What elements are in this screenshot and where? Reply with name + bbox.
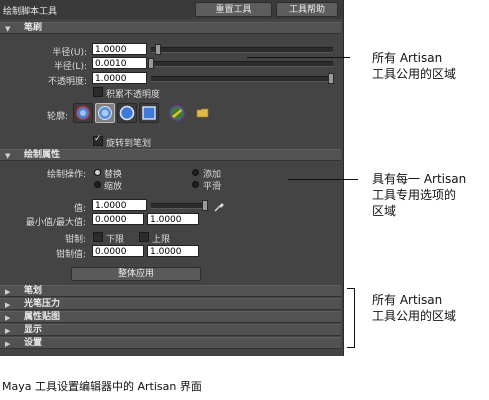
clamp-max-field[interactable]: 1.0000 <box>147 245 199 257</box>
callout-line-middle <box>288 179 358 180</box>
section-stylus-pressure[interactable]: ▶ 光笔压力 <box>0 298 341 310</box>
annotation-text: 所有 Artisan <box>372 293 443 307</box>
callout-bracket-bottom <box>347 288 355 348</box>
radius-u-slider-handle[interactable] <box>154 44 161 55</box>
section-settings[interactable]: ▶ 设置 <box>0 337 341 349</box>
collapse-arrow-icon: ▼ <box>5 152 11 160</box>
radius-l-label: 半径(L): <box>53 62 87 72</box>
replace-radio[interactable] <box>94 169 101 176</box>
section-label: 属性贴图 <box>24 312 61 322</box>
square-brush-icon[interactable] <box>139 103 159 123</box>
image-brush-icon[interactable] <box>167 103 187 123</box>
opacity-slider-handle[interactable] <box>328 73 334 84</box>
radius-u-label: 半径(U): <box>52 48 87 58</box>
paint-attributes-label: 绘制属性 <box>24 150 61 160</box>
tool-help-button[interactable]: 工具帮助 <box>276 2 338 17</box>
scale-radio[interactable] <box>94 181 101 188</box>
gaussian-brush-icon[interactable] <box>73 103 93 123</box>
section-display[interactable]: ▶ 显示 <box>0 324 341 336</box>
brush-section-label: 笔刷 <box>24 23 43 33</box>
annotation-top: 所有 Artisan 工具公用的区域 <box>372 50 456 82</box>
radius-l-slider-handle[interactable] <box>148 58 154 69</box>
max-value-field[interactable]: 1.0000 <box>147 213 199 225</box>
brush-section-header[interactable]: ▼ 笔刷 <box>0 22 341 34</box>
clamp-min-field[interactable]: 0.0000 <box>92 245 144 257</box>
flood-button[interactable]: 整体应用 <box>71 267 201 281</box>
scale-label: 缩放 <box>104 182 123 192</box>
section-label: 笔划 <box>24 286 43 296</box>
profile-label: 轮廓: <box>46 112 68 122</box>
expand-arrow-icon: ▶ <box>5 301 11 309</box>
paint-operation-label: 绘制操作: <box>46 170 86 180</box>
value-slider-handle[interactable] <box>202 200 208 211</box>
clamp-upper-checkbox[interactable] <box>139 232 149 242</box>
tool-settings-panel: 绘制脚本工具 重置工具 工具帮助 ▼ 笔刷 半径(U): 1.0000 半径(L… <box>0 0 344 356</box>
opacity-label: 不透明度: <box>47 77 87 87</box>
smooth-radio[interactable] <box>192 181 199 188</box>
window-title: 绘制脚本工具 <box>3 7 58 17</box>
clamp-label: 钳制: <box>64 235 86 245</box>
opacity-field[interactable]: 1.0000 <box>92 72 147 84</box>
section-label: 显示 <box>24 325 43 335</box>
radius-u-slider[interactable] <box>151 47 333 53</box>
radius-u-field[interactable]: 1.0000 <box>92 43 147 55</box>
radius-l-slider[interactable] <box>151 61 333 67</box>
annotation-text: 工具公用的区域 <box>372 309 457 323</box>
annotation-text: 工具专用选项的 <box>372 188 457 202</box>
value-slider[interactable] <box>151 203 206 209</box>
opacity-slider[interactable] <box>151 76 333 82</box>
paint-attributes-header[interactable]: ▼ 绘制属性 <box>0 149 341 161</box>
clamp-values-label: 钳制值: <box>55 250 86 260</box>
expand-arrow-icon: ▶ <box>5 288 11 296</box>
expand-arrow-icon: ▶ <box>5 340 11 348</box>
accumulate-opacity-label: 积累不透明度 <box>106 90 161 100</box>
add-radio[interactable] <box>192 169 199 176</box>
solid-brush-icon[interactable] <box>117 103 137 123</box>
section-label: 光笔压力 <box>24 299 61 309</box>
section-attribute-maps[interactable]: ▶ 属性贴图 <box>0 311 341 323</box>
clamp-upper-label: 上限 <box>152 235 171 245</box>
annotation-middle: 具有每一 Artisan 工具专用选项的 区域 <box>372 171 466 219</box>
radius-l-field[interactable]: 0.0010 <box>92 57 147 69</box>
annotation-text: 所有 Artisan <box>372 51 443 65</box>
annotation-text: 具有每一 Artisan <box>372 172 467 186</box>
smooth-label: 平滑 <box>203 182 222 192</box>
figure-caption: Maya 工具设置编辑器中的 Artisan 界面 <box>2 380 202 393</box>
accumulate-opacity-checkbox[interactable] <box>93 87 103 97</box>
eyedropper-icon[interactable] <box>213 198 225 217</box>
value-field[interactable]: 1.0000 <box>92 199 147 211</box>
section-label: 设置 <box>24 338 43 348</box>
soft-brush-icon[interactable] <box>95 103 115 123</box>
clamp-lower-checkbox[interactable] <box>93 232 103 242</box>
rotate-to-stroke-label: 旋转到笔划 <box>106 139 152 149</box>
title-bar: 绘制脚本工具 重置工具 工具帮助 <box>0 0 343 19</box>
annotation-text: 工具公用的区域 <box>372 67 457 81</box>
section-stroke[interactable]: ▶ 笔划 <box>0 285 341 297</box>
min-value-field[interactable]: 0.0000 <box>92 213 144 225</box>
expand-arrow-icon: ▶ <box>5 327 11 335</box>
annotation-bottom: 所有 Artisan 工具公用的区域 <box>372 292 456 324</box>
folder-icon[interactable] <box>195 104 215 124</box>
min-max-label: 最小值/最大值: <box>25 218 86 228</box>
value-label: 值: <box>73 204 86 214</box>
callout-line-top <box>247 57 350 58</box>
clamp-lower-label: 下限 <box>106 235 125 245</box>
rotate-to-stroke-checkbox[interactable] <box>93 134 103 146</box>
collapse-arrow-icon: ▼ <box>5 25 11 33</box>
reset-tool-button[interactable]: 重置工具 <box>195 2 272 17</box>
annotation-text: 区域 <box>372 204 397 218</box>
expand-arrow-icon: ▶ <box>5 314 11 322</box>
